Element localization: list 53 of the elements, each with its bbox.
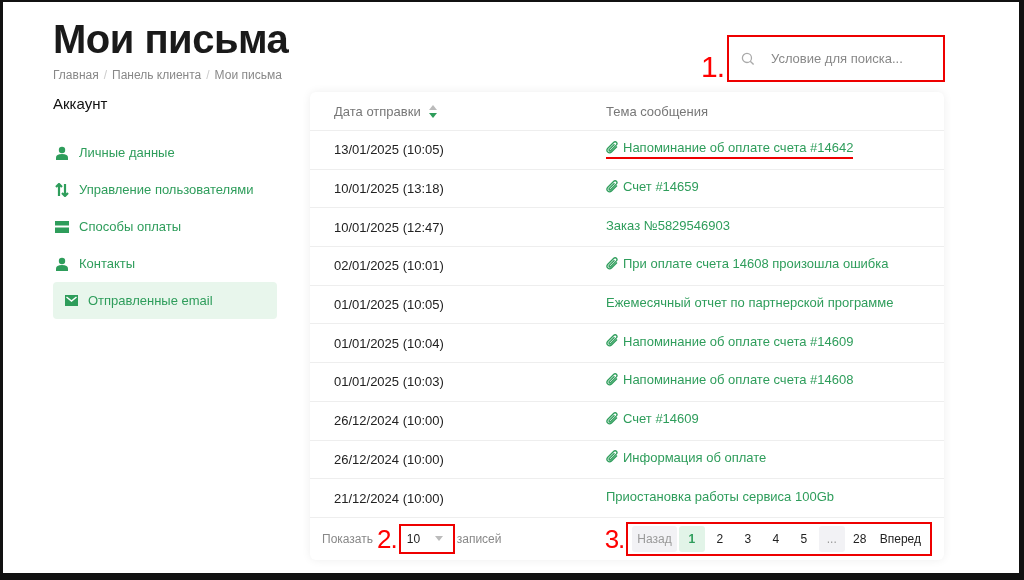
envelope-icon (65, 295, 78, 306)
sort-arrows-icon (55, 182, 69, 197)
date-cell: 01/01/2025 (10:03) (334, 374, 444, 390)
subject-link[interactable]: Приостановка работы сервиса 100Gb (606, 488, 834, 508)
sidebar-item[interactable]: Отправленные email (53, 282, 277, 319)
person-icon (55, 256, 69, 271)
sidebar-item[interactable]: Личные данные (53, 134, 277, 171)
search-box[interactable]: Условие для поиска... (727, 35, 945, 82)
date-cell: 21/12/2024 (10:00) (334, 490, 444, 506)
person-icon (55, 145, 69, 160)
date-cell: 10/01/2025 (13:18) (334, 181, 444, 197)
pagination-button[interactable]: 1 (678, 525, 705, 552)
records-label: записей (456, 531, 502, 546)
pagination-button[interactable]: 3 (734, 525, 761, 552)
subject-link[interactable]: Счет #14609 (606, 411, 699, 431)
annotation-number: 3. (604, 525, 625, 552)
breadcrumb-separator: / (103, 68, 108, 82)
subject-link[interactable]: Ежемесячный отчет по партнерской программе (606, 295, 894, 315)
subject-link[interactable]: При оплате счета 14608 произошла ошибка (606, 256, 889, 276)
sidebar-item[interactable]: Способы оплаты (53, 208, 277, 245)
column-header[interactable]: Дата отправки (334, 103, 421, 119)
date-cell: 01/01/2025 (10:04) (334, 335, 444, 351)
sidebar-item[interactable]: Управление пользователями (53, 171, 277, 208)
date-cell: 02/01/2025 (10:01) (334, 258, 444, 274)
subject-link[interactable]: Напоминание об оплате счета #14609 (606, 333, 854, 353)
date-cell: 10/01/2025 (12:47) (334, 219, 444, 235)
sidebar-item[interactable]: Контакты (53, 245, 277, 282)
sidebar-heading: Аккаунт (53, 95, 109, 112)
column-header: Тема сообщения (606, 103, 709, 119)
breadcrumb-link[interactable]: Главная (53, 68, 99, 82)
breadcrumb-link[interactable]: Панель клиента (112, 68, 202, 82)
annotation-number: 2. (377, 525, 397, 552)
date-cell: 13/01/2025 (10:05) (334, 142, 444, 158)
pagination-button[interactable]: 5 (790, 525, 817, 552)
pagination-button[interactable]: 28 (846, 525, 873, 552)
annotation-number: 1. (700, 52, 724, 82)
card-icon (55, 220, 69, 233)
pagination-button[interactable]: Вперед (874, 525, 926, 552)
date-cell: 26/12/2024 (10:00) (334, 451, 444, 467)
subject-link[interactable]: Заказ №5829546903 (606, 217, 730, 237)
subject-link[interactable]: Информация об оплате (606, 449, 767, 469)
page-title: Мои письма (53, 16, 289, 62)
date-cell: 01/01/2025 (10:05) (334, 297, 444, 313)
breadcrumb-link[interactable]: Мои письма (214, 68, 282, 82)
subject-link[interactable]: Напоминание об оплате счета #14642 (606, 140, 854, 160)
date-cell: 26/12/2024 (10:00) (334, 413, 444, 429)
subject-link[interactable]: Счет #14659 (606, 179, 699, 199)
pagination-button[interactable]: 2 (706, 525, 733, 552)
pagination-button[interactable]: 4 (762, 525, 789, 552)
show-label: Показать (322, 531, 373, 546)
breadcrumb-separator: / (206, 68, 210, 82)
sort-icon[interactable] (428, 104, 437, 118)
subject-link[interactable]: Напоминание об оплате счета #14608 (606, 372, 854, 392)
